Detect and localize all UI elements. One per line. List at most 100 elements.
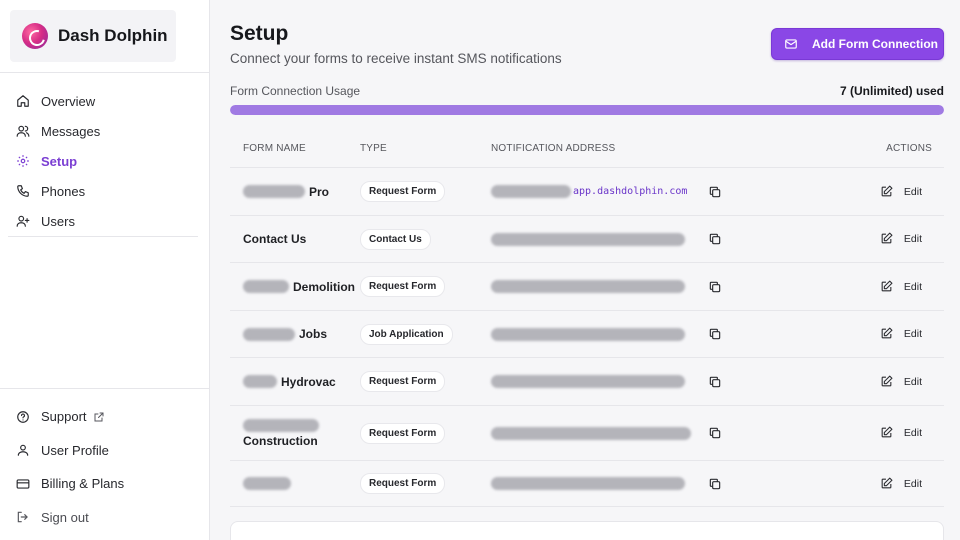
type-cell: Request Form: [360, 422, 491, 444]
redacted-text: [491, 232, 685, 246]
edit-button[interactable]: Edit: [841, 280, 944, 294]
form-name-text: Hydrovac: [281, 374, 336, 389]
sidebar-item-overview[interactable]: Overview: [8, 86, 198, 116]
users-icon: [16, 124, 30, 138]
usage-value: 7 (Unlimited) used: [839, 84, 944, 98]
redacted-text: [491, 185, 571, 198]
sidebar-item-users[interactable]: Users: [8, 206, 198, 236]
redacted-text: [243, 185, 305, 198]
redacted-text: [243, 327, 295, 341]
table-row: Request Form Edit: [230, 461, 944, 507]
sidebar-item-user-profile[interactable]: User Profile: [8, 434, 198, 468]
redacted-text: [491, 426, 691, 440]
sidebar-item-label: Overview: [41, 93, 96, 109]
table-row: Jobs Job Application Edit: [230, 311, 944, 358]
redacted-text: [491, 477, 685, 490]
type-badge: Request Form: [360, 276, 446, 297]
home-icon: [16, 94, 30, 108]
column-header-notification-address: NOTIFICATION ADDRESS: [491, 143, 616, 154]
form-name-text: Pro: [309, 184, 330, 199]
copy-icon[interactable]: [708, 327, 722, 341]
form-name-cell: Contact Us: [230, 232, 360, 246]
edit-button[interactable]: Edit: [841, 375, 944, 389]
type-badge: Contact Us: [360, 228, 431, 250]
sidebar-item-phones[interactable]: Phones: [8, 176, 198, 206]
form-name-cell: Demolition: [230, 280, 360, 294]
column-header-form-name: FORM NAME: [243, 143, 306, 154]
edit-button[interactable]: Edit: [841, 185, 944, 199]
form-name-text: Contact Us: [243, 232, 307, 246]
main-content: Setup Connect your forms to receive inst…: [210, 0, 960, 540]
copy-icon[interactable]: [708, 280, 722, 294]
edit-icon: [880, 232, 894, 246]
edit-button[interactable]: Edit: [841, 477, 944, 491]
edit-button[interactable]: Edit: [841, 232, 944, 246]
form-name-cell: Pro: [230, 185, 360, 199]
edit-label: Edit: [903, 328, 922, 340]
edit-icon: [880, 327, 894, 341]
sidebar: Dash Dolphin Overview Messages Setup Pho…: [0, 0, 210, 540]
copy-icon[interactable]: [708, 375, 722, 389]
table-row: Pro Request Form app.dashdolphin.com Edit: [230, 168, 944, 216]
column-header-actions: ACTIONS: [886, 143, 932, 154]
brand[interactable]: Dash Dolphin: [10, 10, 176, 62]
external-link-icon: [93, 411, 105, 423]
sidebar-item-label: Users: [41, 213, 75, 229]
sidebar-item-label: Billing & Plans: [41, 476, 125, 492]
sign-out-icon: [16, 510, 30, 524]
form-name-text: Demolition: [293, 279, 355, 294]
notification-address-cell: [491, 280, 841, 293]
form-name-text: Jobs: [299, 327, 328, 341]
copy-icon[interactable]: [708, 232, 722, 246]
form-name-cell: Jobs: [230, 327, 360, 341]
redacted-text: [491, 280, 685, 293]
redacted-text: [243, 418, 319, 432]
table-row: Hydrovac Request Form Edit: [230, 358, 944, 406]
sidebar-item-setup[interactable]: Setup: [8, 146, 198, 176]
type-badge: Request Form: [360, 422, 446, 444]
edit-label: Edit: [903, 477, 922, 490]
notification-address-cell: [491, 375, 841, 388]
user-plus-icon: [16, 214, 30, 228]
gear-icon: [16, 154, 30, 168]
button-label: Add Form Connection: [812, 37, 938, 51]
sidebar-item-messages[interactable]: Messages: [8, 116, 198, 146]
redacted-text: [491, 327, 685, 341]
redacted-text: [491, 375, 685, 388]
type-cell: Request Form: [360, 473, 491, 494]
edit-button[interactable]: Edit: [841, 426, 944, 440]
redacted-text: [243, 477, 291, 490]
table-body: Pro Request Form app.dashdolphin.com Edit Co…: [230, 168, 944, 507]
sidebar-item-label: Support: [41, 409, 87, 425]
copy-icon[interactable]: [708, 185, 722, 199]
divider: [8, 236, 198, 237]
edit-icon: [880, 280, 894, 294]
sidebar-item-label: Sign out: [41, 509, 89, 525]
edit-icon: [880, 477, 894, 491]
notification-address-cell: app.dashdolphin.com: [491, 185, 841, 198]
copy-icon[interactable]: [708, 477, 722, 491]
type-cell: Request Form: [360, 181, 491, 202]
phone-icon: [16, 184, 30, 198]
type-badge: Job Application: [360, 323, 453, 345]
sidebar-item-support[interactable]: Support: [8, 400, 198, 434]
sidebar-item-sign-out[interactable]: Sign out: [8, 501, 198, 535]
usage-progress-fill: [230, 105, 944, 115]
form-name-cell: Hydrovac: [230, 375, 360, 389]
sidebar-item-billing[interactable]: Billing & Plans: [8, 467, 198, 501]
edit-label: Edit: [903, 233, 922, 245]
redacted-text: [243, 375, 277, 388]
copy-icon[interactable]: [708, 426, 722, 440]
edit-label: Edit: [903, 280, 922, 293]
type-cell: Request Form: [360, 371, 491, 392]
redacted-text: [243, 280, 289, 293]
edit-label: Edit: [903, 427, 922, 439]
edit-button[interactable]: Edit: [841, 327, 944, 341]
help-circle-icon: [16, 410, 30, 424]
sidebar-item-label: Setup: [41, 153, 78, 169]
notification-address-cell: [491, 232, 841, 246]
type-badge: Request Form: [360, 371, 446, 392]
add-form-connection-button[interactable]: Add Form Connection: [771, 28, 944, 60]
form-name-cell: [230, 477, 360, 490]
bottom-nav: Support User Profile Billing & Plans Sig…: [8, 400, 198, 534]
